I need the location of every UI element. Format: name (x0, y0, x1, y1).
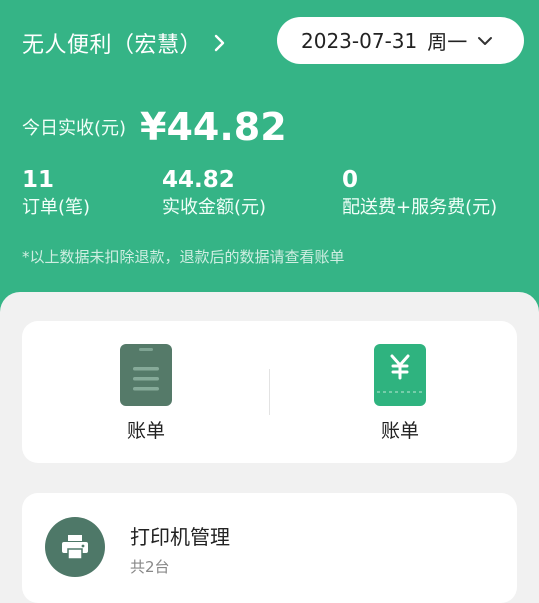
store-selector[interactable]: 无人便利（宏慧） (22, 26, 234, 60)
document-icon (119, 343, 173, 407)
stat-orders-value: 11 (22, 167, 55, 193)
date-value: 2023-07-31 (301, 28, 418, 53)
chevron-down-icon (477, 33, 493, 49)
refund-note: *以上数据未扣除退款，退款后的数据请查看账单 (22, 248, 345, 266)
printer-icon (45, 517, 105, 577)
printer-card: 打印机管理 共2台 (22, 493, 517, 603)
stat-received: 44.82 实收金额(元) (162, 166, 266, 220)
weekday-value: 周一 (427, 30, 468, 54)
stat-received-label: 实收金额(元) (162, 197, 267, 218)
today-revenue: 今日实收(元) ¥44.82 (22, 105, 287, 149)
date-picker[interactable]: 2023-07-31 周一 (277, 17, 524, 64)
bill-label-2: 账单 (380, 420, 419, 442)
summary-header: 无人便利（宏慧） 2023-07-31 周一 今日实收(元) ¥44.82 11… (0, 0, 539, 330)
stat-orders-label: 订单(笔) (22, 197, 91, 218)
chevron-right-icon (214, 33, 234, 53)
bills-card: 账单 账单 (22, 321, 517, 463)
bill-label-1: 账单 (126, 420, 165, 442)
store-name: 无人便利（宏慧） (22, 33, 203, 58)
printer-management-item[interactable]: 打印机管理 共2台 (22, 493, 517, 603)
stat-fees: 0 配送费+服务费(元) (342, 166, 497, 220)
bill-entry-1[interactable]: 账单 (46, 321, 246, 463)
bill-entry-2[interactable]: 账单 (300, 321, 500, 463)
printer-count: 共2台 (130, 558, 170, 576)
stat-received-value: 44.82 (162, 167, 235, 193)
stat-fees-value: 0 (342, 167, 359, 193)
printer-title: 打印机管理 (130, 525, 230, 549)
divider (269, 369, 270, 415)
yen-bill-icon (373, 343, 427, 407)
stat-orders: 11 订单(笔) (22, 166, 90, 220)
today-revenue-amount: ¥44.82 (140, 105, 287, 149)
stat-fees-label: 配送费+服务费(元) (342, 197, 498, 218)
today-revenue-label: 今日实收(元) (22, 118, 127, 139)
